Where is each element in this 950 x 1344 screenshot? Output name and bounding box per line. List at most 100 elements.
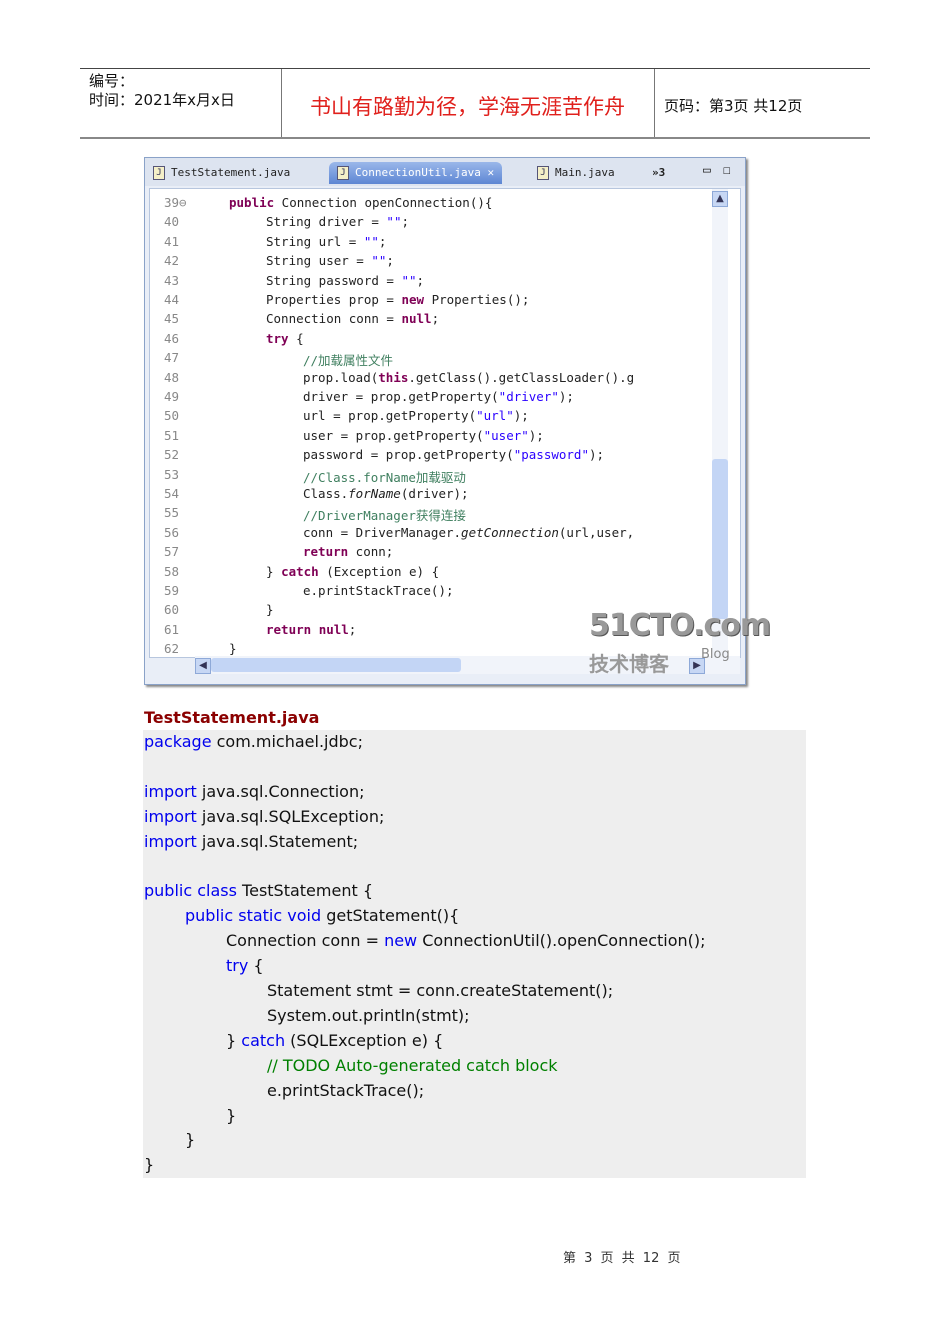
code-token: String driver = xyxy=(266,214,387,230)
string-literal: "" xyxy=(401,272,417,288)
scroll-up-icon[interactable]: ▲ xyxy=(712,191,728,207)
code-token: (driver); xyxy=(400,486,469,501)
line-number: 50 xyxy=(164,408,180,424)
code-line: import java.sql.SQLException; xyxy=(144,807,384,826)
code-token: java.sql.SQLException; xyxy=(196,806,385,826)
minimize-icon[interactable]: ▭ xyxy=(703,160,711,182)
code-token: } xyxy=(226,1030,242,1050)
code-line: import java.sql.Statement; xyxy=(144,832,358,851)
line-number: 61 xyxy=(164,621,180,637)
code-line: public class TestStatement { xyxy=(144,881,373,900)
code-token: prop.load( xyxy=(303,369,379,385)
code-token: ); xyxy=(558,389,574,404)
string-literal: "" xyxy=(363,233,379,249)
eclipse-editor-screenshot: J TestStatement.java J ConnectionUtil.java… xyxy=(144,157,771,685)
code-line: public static void getStatement(){ xyxy=(185,906,459,925)
keyword: return xyxy=(303,544,349,560)
line-number: 54 xyxy=(164,486,180,501)
code-line: driver = prop.getProperty("driver"); xyxy=(303,389,574,404)
java-file-icon: J xyxy=(537,166,549,180)
horizontal-scroll-thumb[interactable] xyxy=(211,658,461,672)
maximize-icon[interactable]: ☐ xyxy=(723,160,731,182)
keyword: import xyxy=(144,831,197,851)
code-line: conn = DriverManager.getConnection(url,u… xyxy=(303,525,634,540)
code-token: ; xyxy=(401,214,410,230)
code-token: } xyxy=(266,563,282,579)
comment: //加载属性文件 xyxy=(303,353,394,369)
code-line: } xyxy=(185,1130,195,1149)
code-token: java.sql.Connection; xyxy=(196,781,365,801)
comment: //DriverManager获得连接 xyxy=(303,508,466,524)
code-token: getStatement(){ xyxy=(321,906,460,926)
tab-overflow-button[interactable]: »3 xyxy=(652,162,665,184)
code-line: return null; xyxy=(266,622,356,637)
code-token: Connection conn = xyxy=(266,311,402,327)
string-literal: "" xyxy=(371,253,387,269)
watermark-blog: Blog xyxy=(701,647,730,662)
code-token: .getClass().getClassLoader().g xyxy=(408,369,635,385)
code-line: String url = ""; xyxy=(266,234,386,249)
listing-title: TestStatement.java xyxy=(144,708,320,727)
line-number: 40 xyxy=(164,214,180,230)
code-line: Class.forName(driver); xyxy=(303,486,469,501)
code-token: ); xyxy=(528,427,544,443)
code-token: (SQLException e) { xyxy=(285,1030,444,1050)
code-token: String password = xyxy=(266,272,402,288)
code-line: } xyxy=(229,641,237,656)
code-token: Connection openConnection(){ xyxy=(274,195,493,210)
line-number: 43 xyxy=(164,272,180,288)
keyword: import xyxy=(144,781,197,801)
code-token: com.michael.jdbc; xyxy=(211,732,363,751)
code-editor[interactable]: ▲ 39⊖ public Connection openConnection(){… xyxy=(149,188,741,658)
code-line: e.printStackTrace(); xyxy=(303,583,454,598)
page-label: 页码：第3页 共12页 xyxy=(664,97,803,115)
keyword: null xyxy=(401,311,432,327)
tab-connectionutil[interactable]: J ConnectionUtil.java ✕ xyxy=(329,162,503,184)
comment: // TODO Auto-generated catch block xyxy=(267,1055,558,1075)
java-file-icon: J xyxy=(153,166,165,180)
line-number: 56 xyxy=(164,524,180,540)
line-number: 57 xyxy=(164,544,180,560)
code-line: try { xyxy=(266,331,304,346)
vertical-scroll-thumb[interactable] xyxy=(712,459,728,619)
code-token: ; xyxy=(386,253,394,269)
code-token: java.sql.Statement; xyxy=(196,831,359,851)
code-line: // TODO Auto-generated catch block xyxy=(267,1056,558,1075)
line-number: 51 xyxy=(164,427,180,443)
tab-teststatement[interactable]: J TestStatement.java xyxy=(153,162,290,184)
code-token: url = prop.getProperty( xyxy=(303,408,477,424)
code-line: public Connection openConnection(){ xyxy=(229,195,492,210)
close-icon[interactable]: ✕ xyxy=(487,166,494,179)
keyword: public xyxy=(229,195,275,210)
line-number: 59 xyxy=(164,583,180,598)
code-token: ; xyxy=(348,621,357,637)
scroll-left-icon[interactable]: ◀ xyxy=(195,658,211,674)
keyword: catch xyxy=(281,563,319,579)
code-token: } xyxy=(185,1130,196,1150)
code-token: ConnectionUtil().openConnection(); xyxy=(417,931,706,951)
keyword: new xyxy=(401,292,425,307)
code-line: try { xyxy=(226,956,264,975)
string-literal: "user" xyxy=(483,427,529,443)
line-number: 46 xyxy=(164,330,180,346)
line-number: 60 xyxy=(164,602,180,618)
watermark-logo: 51CTO.com xyxy=(589,608,771,643)
keyword: new xyxy=(384,931,418,951)
code-token: e.printStackTrace(); xyxy=(267,1080,425,1100)
divider xyxy=(654,69,655,137)
tab-main[interactable]: J Main.java xyxy=(537,162,615,184)
keyword: catch xyxy=(241,1030,286,1050)
line-number: 44 xyxy=(164,292,180,307)
code-token: ; xyxy=(416,272,425,288)
line-number: 53 xyxy=(164,466,180,482)
code-token: e.printStackTrace(); xyxy=(303,583,454,598)
code-token: (url,user, xyxy=(558,524,635,540)
line-number: 48 xyxy=(164,369,180,385)
code-token: Statement stmt = conn.createStatement(); xyxy=(267,981,614,1000)
code-line: //DriverManager获得连接 xyxy=(303,505,466,524)
keyword: public static void xyxy=(185,906,322,926)
code-token: Class. xyxy=(303,486,349,501)
code-token: (Exception e) { xyxy=(318,563,440,579)
code-token: getConnection xyxy=(461,524,559,540)
